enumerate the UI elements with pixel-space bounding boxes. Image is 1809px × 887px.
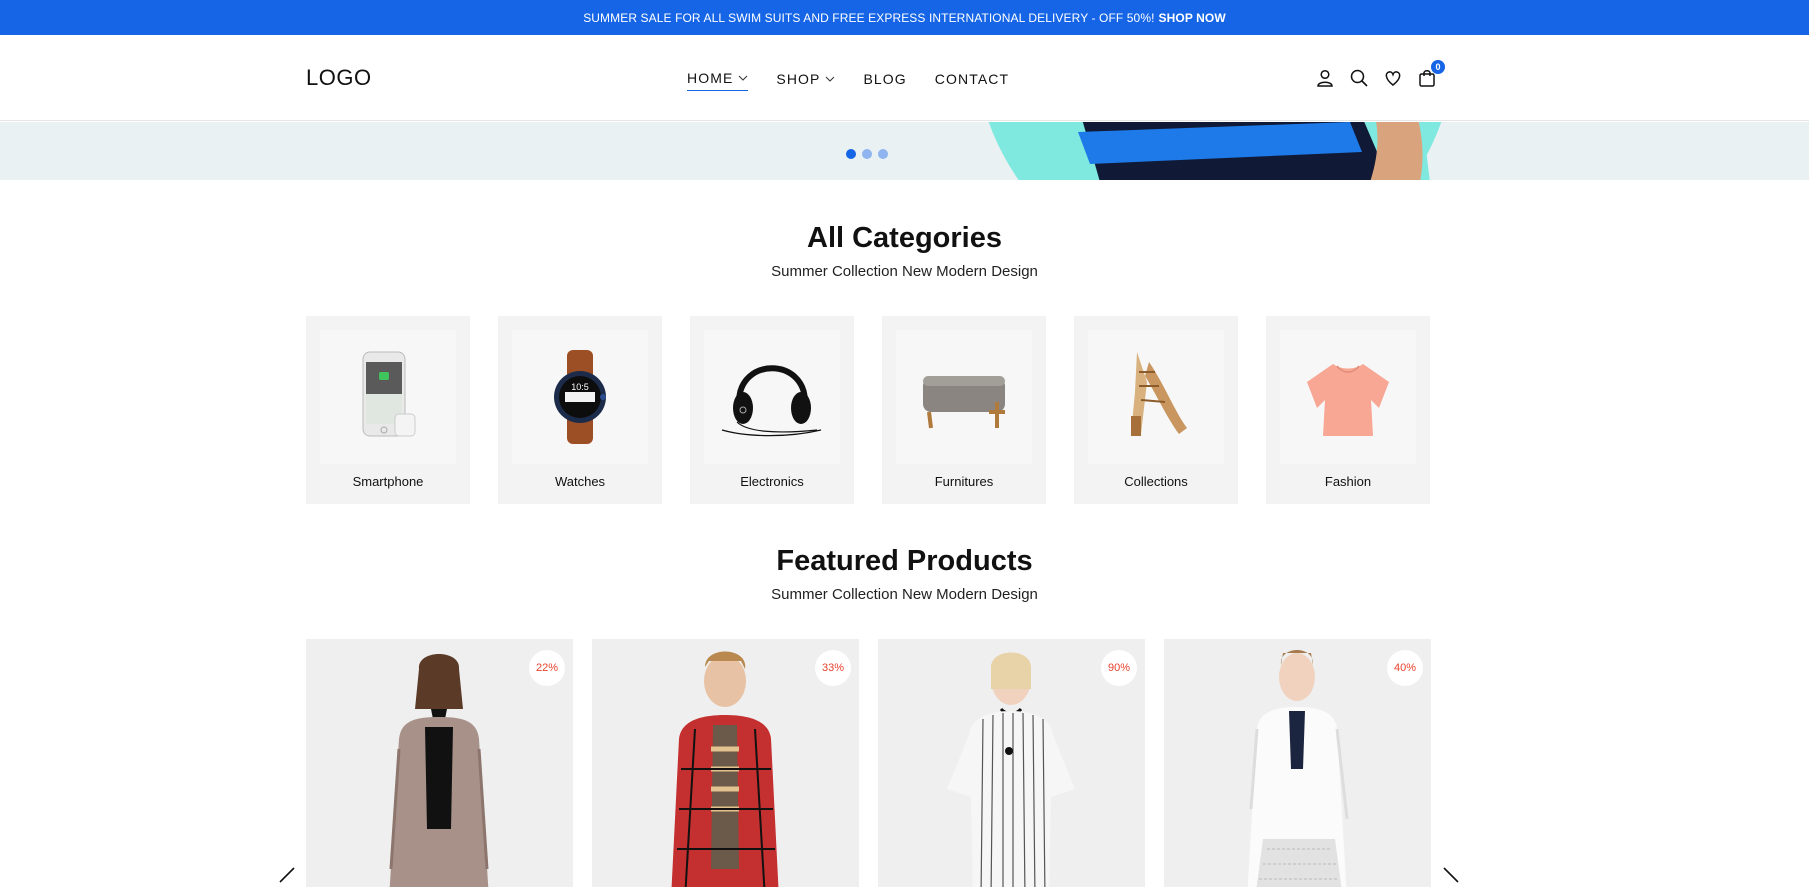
- heart-icon: [1385, 71, 1401, 86]
- logo[interactable]: LOGO: [306, 65, 372, 91]
- chevron-down-icon: [826, 76, 835, 82]
- product-card[interactable]: 40%: [1164, 639, 1431, 887]
- wishlist-button[interactable]: [1383, 68, 1403, 88]
- product-card[interactable]: 90%: [878, 639, 1145, 887]
- main-nav: HOME SHOP BLOG CONTACT: [687, 70, 1009, 91]
- product-card[interactable]: 22%: [306, 639, 573, 887]
- category-card-fashion[interactable]: Fashion: [1266, 316, 1430, 504]
- nav-item-contact[interactable]: CONTACT: [935, 70, 1009, 91]
- category-label: Smartphone: [352, 474, 424, 489]
- category-label: Furnitures: [934, 474, 994, 489]
- ottoman-image: [896, 330, 1032, 464]
- headphones-image: [704, 330, 840, 464]
- category-label: Collections: [1124, 474, 1188, 489]
- featured-title: Featured Products: [776, 545, 1033, 577]
- woman-white-lace-coat-image: [1247, 650, 1349, 887]
- product-card[interactable]: 33%: [592, 639, 859, 887]
- category-card-electronics[interactable]: Electronics: [690, 316, 854, 504]
- slider-dot[interactable]: [846, 149, 856, 159]
- discount-badge: 90%: [1101, 650, 1137, 686]
- search-icon: [1350, 69, 1368, 87]
- watch-image: 10:5: [512, 330, 648, 464]
- svg-text:10:5: 10:5: [571, 382, 589, 392]
- category-card-watches[interactable]: 10:5 Watches: [498, 316, 662, 504]
- nav-label: SHOP: [776, 70, 821, 87]
- slider-dot[interactable]: [878, 149, 888, 159]
- man-red-flannel-image: [671, 651, 779, 887]
- cart-count-badge: 0: [1431, 60, 1445, 74]
- category-list: Smartphone 10:5 Watches Electronics Furn…: [306, 316, 1430, 504]
- category-card-furnitures[interactable]: Furnitures: [882, 316, 1046, 504]
- product-carousel: 22% 33% 90% 40%: [306, 639, 1431, 887]
- hero-image: [988, 122, 1442, 180]
- account-button[interactable]: [1315, 68, 1335, 88]
- search-button[interactable]: [1349, 68, 1369, 88]
- user-icon: [1317, 69, 1333, 87]
- category-label: Electronics: [740, 474, 804, 489]
- nav-item-shop[interactable]: SHOP: [776, 70, 835, 91]
- announcement-text: SUMMER SALE FOR ALL SWIM SUITS AND FREE …: [583, 10, 1155, 25]
- nav-item-blog[interactable]: BLOG: [863, 70, 906, 91]
- discount-badge: 40%: [1387, 650, 1423, 686]
- smartphone-image: [320, 330, 456, 464]
- category-card-smartphone[interactable]: Smartphone: [306, 316, 470, 504]
- announcement-bar: SUMMER SALE FOR ALL SWIM SUITS AND FREE …: [0, 0, 1809, 35]
- nav-label: BLOG: [863, 70, 907, 87]
- categories-title: All Categories: [807, 222, 1002, 254]
- woman-plaid-coat-image: [389, 654, 489, 887]
- featured-subtitle: Summer Collection New Modern Design: [771, 586, 1038, 603]
- header-actions: 0: [1315, 60, 1445, 88]
- nav-label: CONTACT: [934, 70, 1010, 87]
- sandals-image: [1088, 330, 1224, 464]
- category-label: Fashion: [1324, 474, 1372, 489]
- hero-slider: [0, 122, 1809, 180]
- categories-subtitle: Summer Collection New Modern Design: [771, 263, 1038, 280]
- woman-striped-dress-image: [947, 652, 1075, 887]
- chevron-down-icon: [739, 75, 748, 81]
- nav-label: HOME: [687, 70, 734, 86]
- category-card-collections[interactable]: Collections: [1074, 316, 1238, 504]
- blouse-image: [1280, 330, 1416, 464]
- slider-dots: [846, 149, 888, 159]
- discount-badge: 33%: [815, 650, 851, 686]
- carousel-prev-arrow[interactable]: [276, 866, 298, 887]
- shop-now-link[interactable]: SHOP NOW: [1159, 11, 1226, 25]
- carousel-next-arrow[interactable]: [1440, 866, 1462, 887]
- cart-button[interactable]: 0: [1417, 60, 1445, 88]
- nav-item-home[interactable]: HOME: [687, 70, 749, 91]
- category-label: Watches: [554, 474, 606, 489]
- slider-dot[interactable]: [862, 149, 872, 159]
- discount-badge: 22%: [529, 650, 565, 686]
- site-header: LOGO HOME SHOP BLOG CONTACT 0: [0, 35, 1809, 121]
